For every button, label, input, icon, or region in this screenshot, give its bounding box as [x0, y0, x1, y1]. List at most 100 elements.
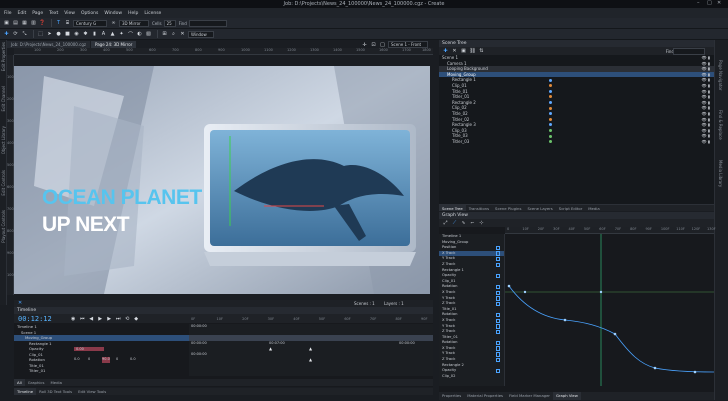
view-mode-select[interactable]: 3D Mirror [119, 19, 149, 27]
key-linear-icon[interactable]: ⟋ [451, 220, 458, 227]
tab-transitions[interactable]: Transitions [466, 205, 492, 211]
zoom-icon[interactable]: ⌕ [170, 31, 177, 38]
track-checkbox[interactable] [495, 329, 500, 335]
track-checkbox[interactable] [495, 245, 500, 251]
key-smooth-icon[interactable]: ∿ [460, 220, 467, 227]
rotate-icon[interactable]: ⟳ [12, 31, 19, 38]
grid-icon[interactable]: ▥ [30, 20, 37, 27]
move-view-icon[interactable]: ✛ [361, 41, 368, 48]
track-checkbox[interactable] [495, 357, 500, 363]
menu-window[interactable]: Window [104, 11, 122, 16]
select-icon[interactable]: ⬚ [37, 31, 44, 38]
side-tab-page-navigator[interactable]: Page Navigator [718, 60, 723, 91]
keyframe-marker[interactable]: ▲ [269, 346, 272, 351]
opacity-value-field[interactable]: 0.00 [74, 346, 104, 351]
shape-icon[interactable]: ▲ [109, 31, 116, 38]
filter-graphics[interactable]: Graphics [25, 379, 48, 386]
camera-icon[interactable]: ◉ [73, 31, 80, 38]
menu-page[interactable]: Page [32, 11, 43, 16]
track-checkbox[interactable] [495, 284, 500, 290]
side-tab-edit-properties[interactable]: Edit Properties [1, 42, 6, 71]
menu-edit[interactable]: Edit [18, 11, 27, 16]
cells-input[interactable]: 25 [163, 19, 176, 27]
snap-icon[interactable]: ⊹ [478, 220, 485, 227]
side-tab-playout-controls[interactable]: Playout Controls [1, 210, 6, 243]
fit-icon[interactable]: ⌸ [64, 20, 71, 27]
tab-timeline[interactable]: Timeline [14, 388, 37, 395]
link-node-icon[interactable]: ⛓ [469, 48, 476, 55]
tab-scene-tree[interactable]: Scene Tree [439, 205, 466, 211]
sort-icon[interactable]: ⇅ [478, 48, 485, 55]
to-end-icon[interactable]: ⏭ [115, 315, 122, 322]
menu-file[interactable]: File [4, 11, 12, 16]
menu-license[interactable]: License [144, 11, 161, 16]
to-start-icon[interactable]: ⏮ [79, 315, 86, 322]
open-folder-icon[interactable]: ▤ [12, 20, 19, 27]
loop-icon[interactable]: ⟲ [124, 315, 131, 322]
track-checkbox[interactable] [495, 251, 500, 256]
timeline-track-row[interactable]: Titler_01 [14, 368, 189, 374]
menu-text[interactable]: Text [49, 11, 58, 16]
step-forward-icon[interactable]: ▶ [106, 315, 113, 322]
preview-canvas[interactable]: OCEAN PLANET UP NEXT [14, 66, 430, 294]
scene-view-select[interactable]: Scene 1 - Front [388, 41, 428, 48]
delete-node-icon[interactable]: ✕ [451, 48, 458, 55]
arrow-icon[interactable]: ➤ [46, 31, 53, 38]
track-checkbox[interactable] [495, 296, 500, 301]
step-back-icon[interactable]: ◀ [88, 315, 95, 322]
filter-all[interactable]: All [14, 379, 25, 386]
light-icon[interactable]: ✱ [82, 31, 89, 38]
tab-field-marker-manager[interactable]: Field Marker Manager [506, 392, 553, 400]
tab-script-editor[interactable]: Script Editor [556, 205, 585, 211]
menu-help[interactable]: Help [128, 11, 138, 16]
tab-edit-view-tools[interactable]: Edit View Tools [75, 388, 109, 395]
track-checkbox[interactable] [495, 256, 500, 262]
tab-material-properties[interactable]: Material Properties [464, 392, 506, 400]
tab-scene-plugins[interactable]: Scene Plugins [492, 205, 524, 211]
visibility-eye-icon[interactable]: 👁 ▮ [701, 139, 710, 145]
clip-icon[interactable]: ▮ [91, 31, 98, 38]
mask-icon[interactable]: ◐ [136, 31, 143, 38]
menu-view[interactable]: View [64, 11, 75, 16]
side-tab-media-library[interactable]: Media Library [718, 160, 723, 187]
tab-graph-view[interactable]: Graph View [552, 392, 581, 400]
track-checkbox[interactable] [495, 352, 500, 357]
track-checkbox[interactable] [495, 340, 500, 346]
track-checkbox[interactable] [495, 368, 500, 374]
fit-view-icon[interactable]: ⊡ [370, 41, 377, 48]
graph-track-row[interactable]: Clip_02 [439, 374, 504, 380]
side-tab-object-library[interactable]: Object Library [1, 126, 6, 154]
key-step-icon[interactable]: ⌐ [469, 220, 476, 227]
tab-roll-3d-text-tools[interactable]: Roll 3D Text Tools [36, 388, 75, 395]
safe-area-icon[interactable]: □ [379, 41, 386, 48]
track-checkbox[interactable] [495, 301, 500, 307]
tab-job[interactable]: Job: D:\Projects\News_24_100000.cgz [7, 41, 90, 48]
text-icon[interactable]: T [55, 20, 62, 27]
tab-media[interactable]: Media [585, 205, 602, 211]
tab-page-24[interactable]: Page 24: 3D Mirror [90, 41, 137, 48]
delete-icon[interactable]: ✕ [179, 31, 186, 38]
timeline-tracks[interactable]: 00:00:00 00:00:00 00:00:00 00:07:00 00:0… [189, 324, 433, 376]
tab-properties[interactable]: Properties [439, 392, 464, 400]
track-checkbox[interactable] [495, 273, 500, 279]
track-checkbox[interactable] [495, 312, 500, 318]
new-file-icon[interactable]: ▣ [3, 20, 10, 27]
fit-curve-icon[interactable]: ⤢ [442, 220, 449, 227]
keyframe-marker[interactable]: ▲ [309, 357, 312, 362]
maximize-button[interactable]: □ [707, 0, 712, 6]
track-checkbox[interactable] [495, 324, 500, 329]
play-icon[interactable]: ▶ [97, 315, 104, 322]
track-checkbox[interactable] [495, 262, 500, 268]
move-icon[interactable]: ✚ [3, 31, 10, 38]
square-icon[interactable]: ■ [64, 31, 71, 38]
scene-tree-find-input[interactable] [673, 47, 705, 55]
minimize-button[interactable]: – [697, 0, 700, 6]
side-tab-find-replace[interactable]: Find & Replace [718, 110, 723, 140]
tab-scene-layers[interactable]: Scene Layers [524, 205, 555, 211]
key-icon[interactable]: ◆ [133, 315, 140, 322]
window-select[interactable]: Window [188, 30, 214, 38]
close-button[interactable]: ✕ [717, 0, 721, 6]
tree-row[interactable]: Titler_03 👁 ▮ [439, 139, 714, 145]
filter-media[interactable]: Media [48, 379, 65, 386]
keyframe-marker[interactable]: ▲ [309, 346, 312, 351]
